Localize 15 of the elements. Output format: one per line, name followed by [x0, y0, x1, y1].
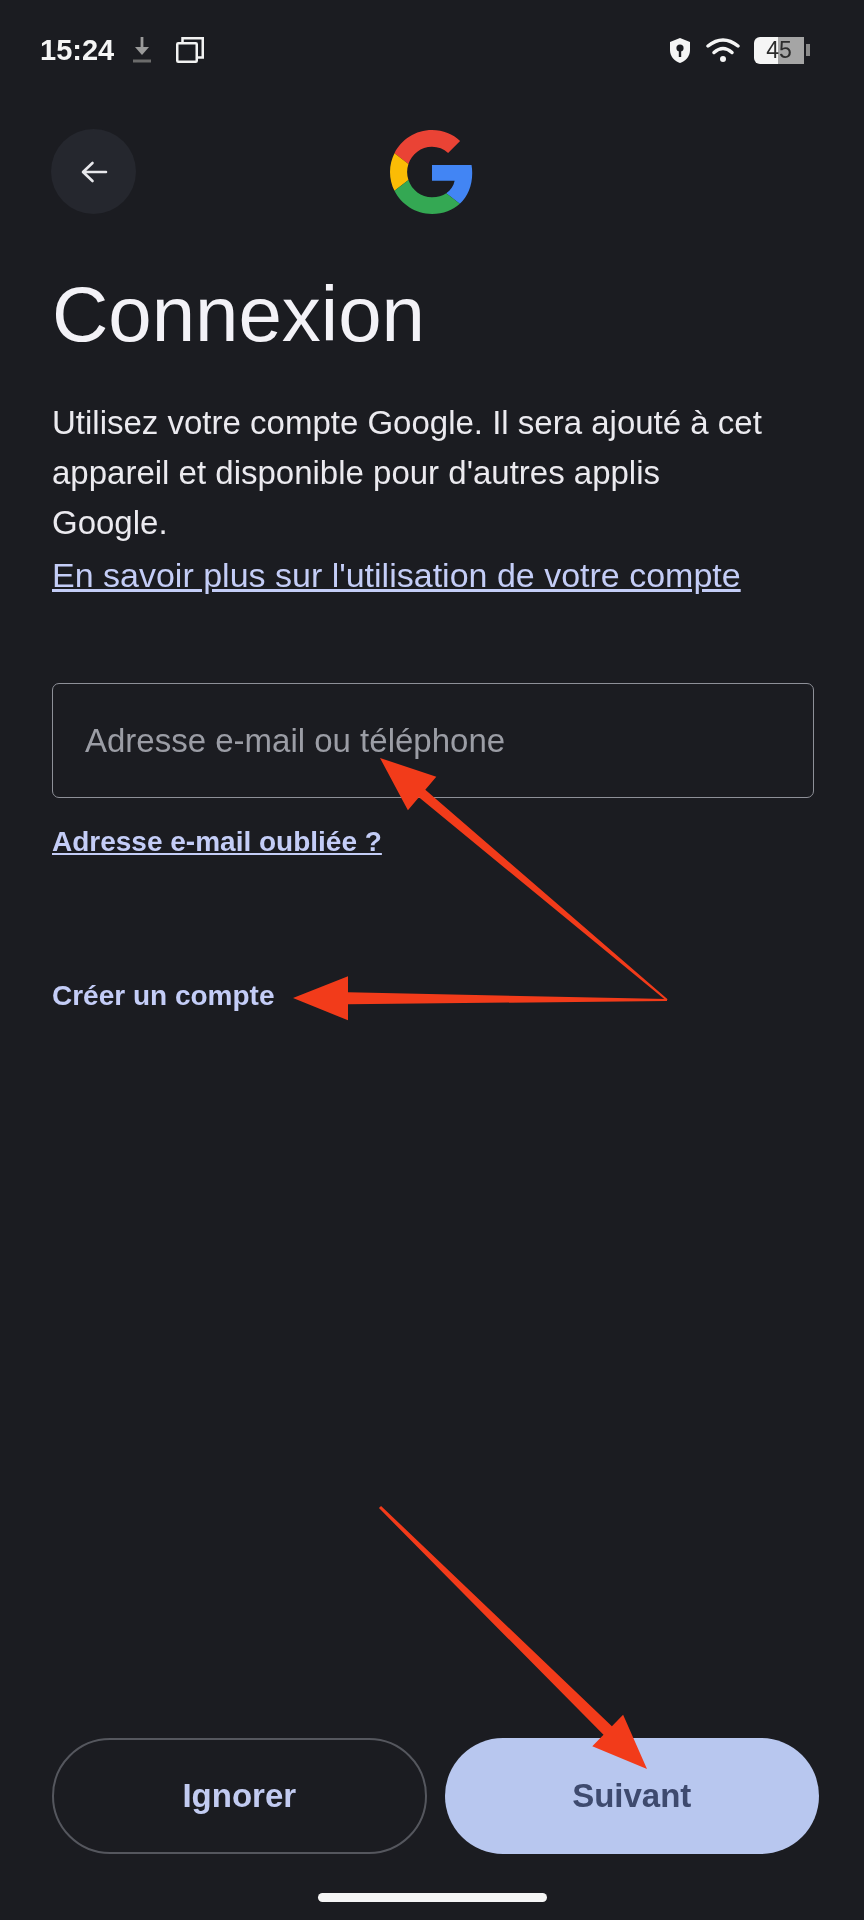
- page-title: Connexion: [52, 269, 425, 359]
- overlapping-squares-icon: [176, 37, 205, 63]
- learn-more-link[interactable]: En savoir plus sur l'utilisation de votre compte: [52, 550, 741, 600]
- download-icon: [132, 37, 153, 63]
- logo-icon: [390, 129, 474, 214]
- status-time: 15:24: [40, 33, 115, 67]
- back-arrow-icon: [79, 159, 108, 184]
- email-field[interactable]: Adresse e-mail ou téléphone: [52, 683, 814, 798]
- skip-button[interactable]: Ignorer: [52, 1738, 427, 1854]
- next-button[interactable]: Suivant: [444, 1738, 819, 1854]
- description-text: Utilisez votre compte Google. Il sera ajouté à cet appareil et disponible pour d'autres applis Google.: [52, 403, 763, 543]
- wifi-icon: [706, 38, 740, 62]
- shield-key-icon: [668, 36, 692, 64]
- create-account-link[interactable]: Créer un compte: [52, 976, 275, 1016]
- forgot-email-link[interactable]: Adresse e-mail oubliée ?: [52, 822, 382, 862]
